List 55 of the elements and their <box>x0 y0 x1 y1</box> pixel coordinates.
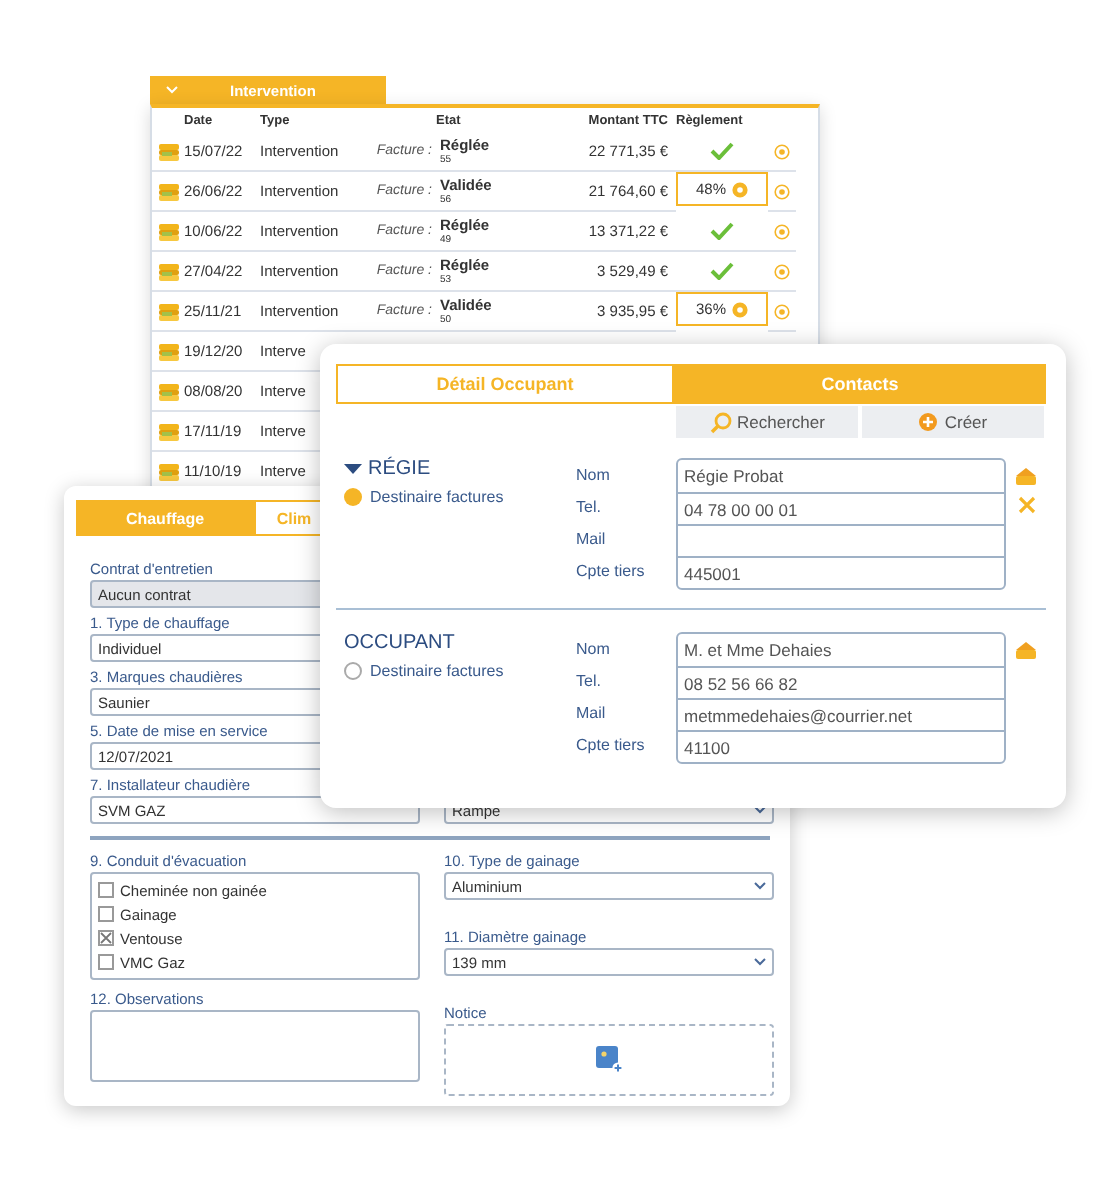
add-image-icon[interactable] <box>595 1046 623 1074</box>
input-field[interactable]: M. et Mme Dehaies <box>678 634 1004 666</box>
checkbox[interactable] <box>98 906 114 922</box>
delete-icon[interactable] <box>1017 496 1035 514</box>
field-label: Mail <box>576 527 608 551</box>
search-icon <box>709 411 732 433</box>
coin-icon[interactable] <box>774 223 790 239</box>
field-label: Tel. <box>576 669 603 693</box>
check-icon <box>710 142 734 160</box>
check-icon <box>710 222 734 240</box>
file-drop-zone[interactable] <box>444 1024 774 1096</box>
input-field[interactable]: 445001 <box>678 556 1004 588</box>
field-label: Tel. <box>576 495 603 519</box>
coin-icon[interactable] <box>774 303 790 319</box>
house-icon[interactable] <box>1014 466 1038 486</box>
observations-field[interactable] <box>90 1010 420 1082</box>
field-label: Cpte tiers <box>576 559 647 584</box>
input-field[interactable]: Régie Probat <box>678 460 1004 492</box>
field-label: Cpte tiers <box>576 733 647 758</box>
invoice-stack-icon[interactable] <box>157 141 179 161</box>
section-title: RÉGIE <box>368 458 431 480</box>
search-button[interactable]: Rechercher <box>674 404 860 440</box>
field-label: Mail <box>576 701 608 725</box>
field-label: Nom <box>576 463 612 487</box>
coin-icon[interactable] <box>774 263 790 279</box>
invoice-stack-icon[interactable] <box>157 461 179 481</box>
field-label: Nom <box>576 637 612 661</box>
checkbox[interactable] <box>98 954 114 970</box>
coin-icon[interactable] <box>732 301 748 317</box>
add-icon <box>918 412 939 432</box>
input-field[interactable]: 04 78 00 00 01 <box>678 492 1004 524</box>
radio-button[interactable] <box>344 488 362 506</box>
invoice-stack-icon[interactable] <box>157 381 179 401</box>
coin-icon[interactable] <box>732 181 748 197</box>
checkbox[interactable] <box>98 882 114 898</box>
invoice-stack-icon[interactable] <box>157 301 179 321</box>
house-icon[interactable] <box>1014 640 1038 660</box>
radio-label: Destinaire factures <box>370 662 504 680</box>
check-icon <box>710 262 734 280</box>
chevron-icon[interactable] <box>166 86 178 94</box>
collapse-triangle-icon[interactable] <box>344 463 362 475</box>
input-field[interactable]: 08 52 56 66 82 <box>678 666 1004 698</box>
coin-icon[interactable] <box>774 183 790 199</box>
radio-button[interactable] <box>344 662 362 680</box>
input-field[interactable]: metmmedehaies@courrier.net <box>678 698 1004 730</box>
checkbox[interactable] <box>98 930 114 946</box>
create-button[interactable]: Créer <box>860 404 1046 440</box>
invoice-stack-icon[interactable] <box>157 221 179 241</box>
invoice-stack-icon[interactable] <box>157 421 179 441</box>
coin-icon[interactable] <box>774 143 790 159</box>
input-field[interactable]: 41100 <box>678 730 1004 762</box>
invoice-stack-icon[interactable] <box>157 341 179 361</box>
invoice-stack-icon[interactable] <box>157 181 179 201</box>
radio-label: Destinaire factures <box>370 488 504 506</box>
invoice-stack-icon[interactable] <box>157 261 179 281</box>
